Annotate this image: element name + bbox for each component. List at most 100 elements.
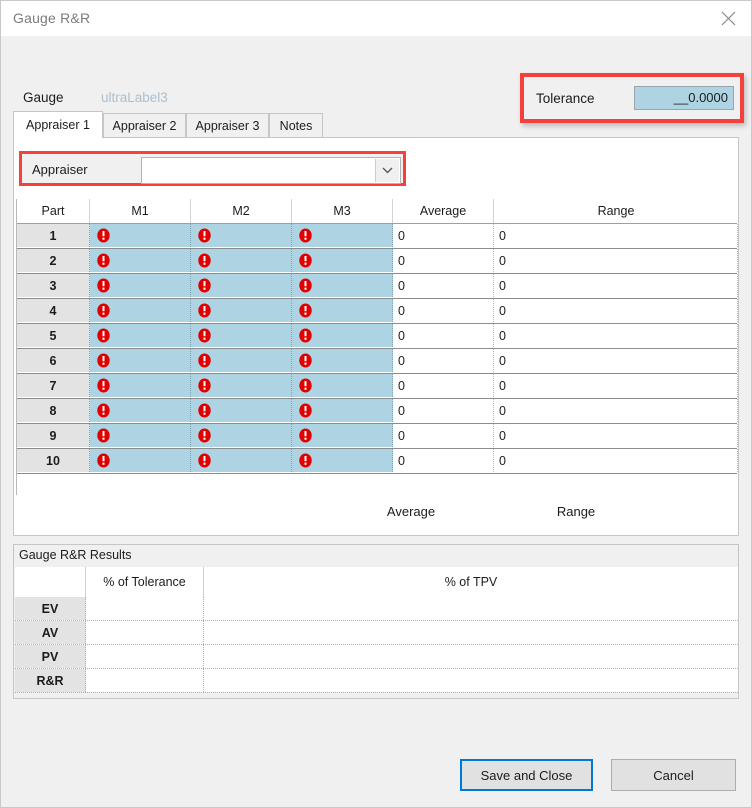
cell-range[interactable]: 0 [494,299,738,322]
cell-average[interactable]: 0 [393,449,494,472]
cell-range[interactable]: 0 [494,374,738,397]
cell-m3[interactable] [292,224,393,247]
cell-average[interactable]: 0 [393,299,494,322]
cell-range[interactable]: 0 [494,249,738,272]
close-button[interactable] [705,1,751,35]
cell-m1[interactable] [90,324,191,347]
cell-range[interactable]: 0 [494,224,738,247]
results-row[interactable]: AV [15,621,738,645]
column-header-average[interactable]: Average [393,199,494,223]
cell-part[interactable]: 10 [17,449,90,472]
tolerance-input[interactable]: __0.0000 [634,86,734,110]
column-header-m3[interactable]: M3 [292,199,393,223]
results-cell-tpv[interactable] [204,621,738,644]
cell-m3[interactable] [292,374,393,397]
cell-average[interactable]: 0 [393,324,494,347]
results-row[interactable]: PV [15,645,738,669]
cell-m1[interactable] [90,424,191,447]
cell-m2[interactable] [191,224,292,247]
cell-part[interactable]: 9 [17,424,90,447]
cell-m3[interactable] [292,324,393,347]
column-header-range[interactable]: Range [494,199,738,223]
appraiser-dropdown[interactable] [141,157,401,184]
cell-range[interactable]: 0 [494,274,738,297]
column-header-part[interactable]: Part [17,199,90,223]
results-row[interactable]: R&R [15,669,738,693]
cell-part[interactable]: 3 [17,274,90,297]
cell-range[interactable]: 0 [494,424,738,447]
table-row[interactable]: 1 00 [17,224,738,249]
table-row[interactable]: 7 00 [17,374,738,399]
appraiser-dropdown-arrow[interactable] [375,159,399,182]
results-cell-tolerance[interactable] [86,621,204,644]
cell-part[interactable]: 7 [17,374,90,397]
cell-average[interactable]: 0 [393,399,494,422]
table-row[interactable]: 2 00 [17,249,738,274]
cancel-button[interactable]: Cancel [611,759,736,791]
cell-part[interactable]: 1 [17,224,90,247]
cell-average[interactable]: 0 [393,249,494,272]
cell-part[interactable]: 8 [17,399,90,422]
cell-part[interactable]: 6 [17,349,90,372]
cell-m3[interactable] [292,449,393,472]
cell-average[interactable]: 0 [393,274,494,297]
cell-range[interactable]: 0 [494,324,738,347]
table-row[interactable]: 3 00 [17,274,738,299]
tab-appraiser-1[interactable]: Appraiser 1 [13,111,103,138]
cell-m2[interactable] [191,424,292,447]
results-column-header-tolerance[interactable]: % of Tolerance [86,567,204,597]
cell-m3[interactable] [292,249,393,272]
cell-m1[interactable] [90,349,191,372]
tab-notes[interactable]: Notes [269,113,323,137]
cell-range[interactable]: 0 [494,449,738,472]
cell-m2[interactable] [191,274,292,297]
cell-m3[interactable] [292,274,393,297]
cell-m2[interactable] [191,299,292,322]
results-cell-tolerance[interactable] [86,597,204,620]
cell-m1[interactable] [90,374,191,397]
cell-part[interactable]: 2 [17,249,90,272]
table-row[interactable]: 10 0 0 [17,449,738,474]
table-row[interactable]: 6 00 [17,349,738,374]
results-column-header-tpv[interactable]: % of TPV [204,567,738,597]
cell-m1[interactable] [90,274,191,297]
table-row[interactable]: 5 00 [17,324,738,349]
cell-part[interactable]: 4 [17,299,90,322]
cell-average[interactable]: 0 [393,349,494,372]
column-header-m1[interactable]: M1 [90,199,191,223]
results-row[interactable]: EV [15,597,738,621]
cell-m2[interactable] [191,399,292,422]
results-cell-tpv[interactable] [204,597,738,620]
tab-appraiser-3[interactable]: Appraiser 3 [186,113,269,137]
results-cell-tolerance[interactable] [86,669,204,692]
tab-appraiser-2[interactable]: Appraiser 2 [103,113,186,137]
cell-m3[interactable] [292,349,393,372]
cell-m3[interactable] [292,399,393,422]
cell-m1[interactable] [90,299,191,322]
cell-m1[interactable] [90,399,191,422]
results-cell-tolerance[interactable] [86,645,204,668]
cell-m2[interactable] [191,324,292,347]
column-header-m2[interactable]: M2 [191,199,292,223]
cell-m1[interactable] [90,449,191,472]
results-cell-tpv[interactable] [204,669,738,692]
cell-part[interactable]: 5 [17,324,90,347]
cell-m1[interactable] [90,224,191,247]
cell-range[interactable]: 0 [494,349,738,372]
cell-average[interactable]: 0 [393,374,494,397]
cell-m2[interactable] [191,249,292,272]
save-and-close-button[interactable]: Save and Close [460,759,593,791]
results-cell-tpv[interactable] [204,645,738,668]
cell-m1[interactable] [90,249,191,272]
cell-m2[interactable] [191,374,292,397]
table-row[interactable]: 4 00 [17,299,738,324]
cell-m2[interactable] [191,349,292,372]
cell-average[interactable]: 0 [393,224,494,247]
cell-m3[interactable] [292,299,393,322]
cell-average[interactable]: 0 [393,424,494,447]
cell-range[interactable]: 0 [494,399,738,422]
cell-m3[interactable] [292,424,393,447]
table-row[interactable]: 9 00 [17,424,738,449]
table-row[interactable]: 8 00 [17,399,738,424]
cell-m2[interactable] [191,449,292,472]
